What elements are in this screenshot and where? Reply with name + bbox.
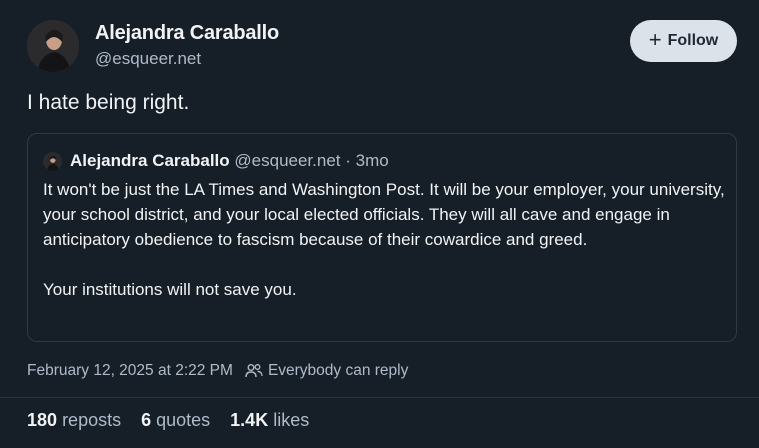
quoted-post-card[interactable]: Alejandra Caraballo @esqueer.net · 3mo I…	[27, 133, 737, 342]
quoted-author-name: Alejandra Caraballo	[70, 151, 230, 170]
reposts-stat[interactable]: 180 reposts	[27, 410, 121, 431]
quoted-post-age: 3mo	[355, 151, 389, 170]
divider	[0, 397, 759, 398]
quoted-post-header: Alejandra Caraballo @esqueer.net · 3mo	[70, 151, 389, 171]
quoted-author-handle: @esqueer.net	[234, 151, 341, 170]
quoted-post-body: It won't be just the LA Times and Washin…	[43, 177, 733, 302]
avatar-portrait-icon	[43, 152, 62, 171]
meta-separator: ·	[340, 151, 356, 170]
follow-button-label: Follow	[667, 32, 719, 49]
post-meta: February 12, 2025 at 2:22 PM Everybody c…	[27, 362, 408, 380]
quoted-author-avatar	[43, 152, 62, 171]
likes-count: 1.4K	[230, 410, 269, 430]
post-detail: Alejandra Caraballo @esqueer.net + Follo…	[0, 0, 759, 448]
reply-setting-label: Everybody can reply	[267, 362, 409, 379]
author-avatar[interactable]	[27, 20, 79, 72]
quotes-stat[interactable]: 6 quotes	[141, 410, 210, 431]
quoted-post-paragraph: Your institutions will not save you.	[43, 280, 297, 299]
engagement-stats: 180 reposts 6 quotes 1.4K likes	[27, 410, 309, 431]
plus-icon: +	[648, 27, 662, 52]
reposts-count: 180	[27, 410, 58, 430]
quoted-post-paragraph: It won't be just the LA Times and Washin…	[43, 180, 725, 249]
post-timestamp: February 12, 2025 at 2:22 PM	[27, 362, 233, 379]
quotes-label: quotes	[156, 410, 211, 430]
avatar-portrait-icon	[27, 20, 79, 72]
post-text: I hate being right.	[27, 91, 190, 114]
reposts-label: reposts	[62, 410, 122, 430]
reply-setting[interactable]: Everybody can reply	[245, 362, 408, 380]
author-handle[interactable]: @esqueer.net	[95, 49, 201, 69]
quotes-count: 6	[141, 410, 152, 430]
people-icon	[245, 364, 263, 378]
author-display-name[interactable]: Alejandra Caraballo	[95, 22, 279, 45]
follow-button[interactable]: + Follow	[630, 20, 737, 62]
likes-stat[interactable]: 1.4K likes	[230, 410, 309, 431]
likes-label: likes	[273, 410, 310, 430]
